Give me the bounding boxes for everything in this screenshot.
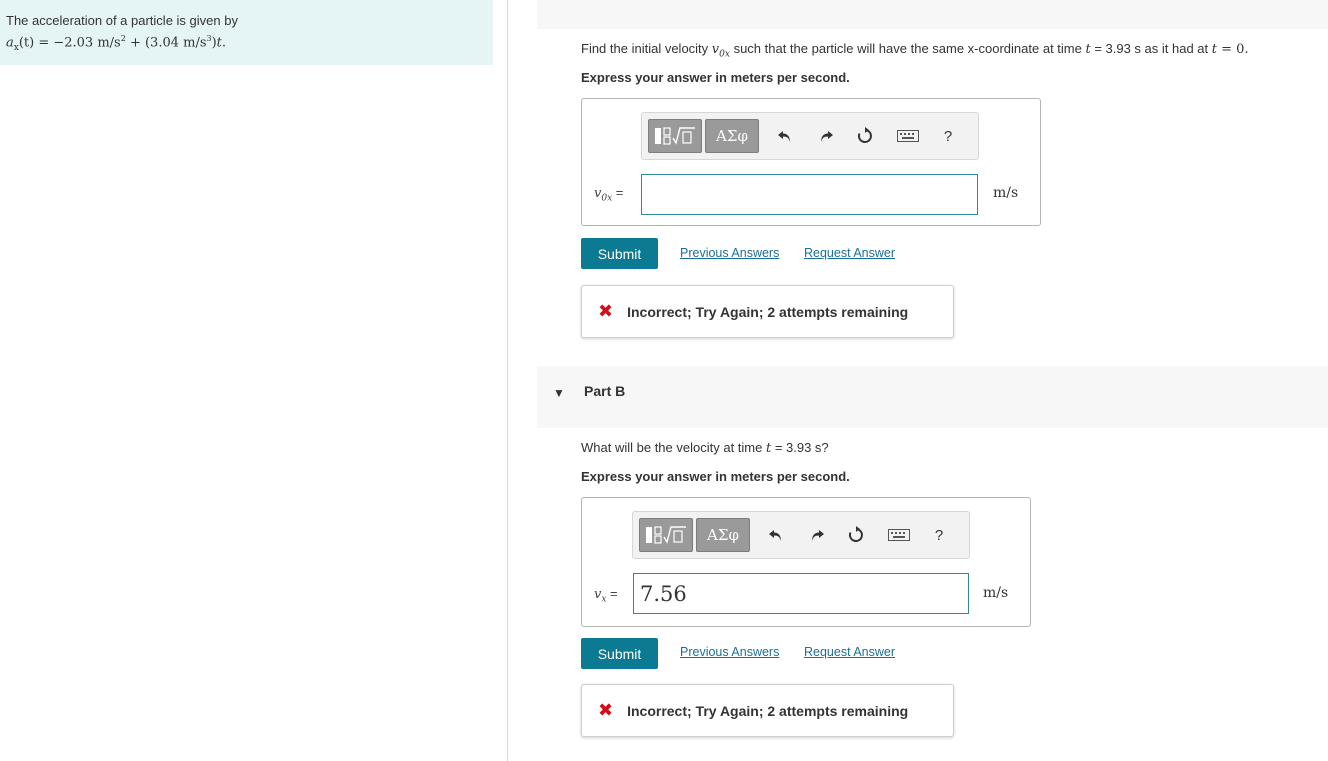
part-b-answer-input[interactable] (633, 573, 969, 614)
part-a-math-toolbar: ΑΣφ ? (641, 112, 979, 160)
keyboard-button[interactable] (894, 123, 922, 149)
keyboard-icon (888, 529, 910, 541)
template-button[interactable] (648, 119, 702, 153)
problem-statement: The acceleration of a particle is given … (0, 0, 493, 65)
keyboard-button[interactable] (885, 522, 913, 548)
part-a-question: Find the initial velocity v0x such that … (581, 41, 1249, 60)
x-icon: ✖ (598, 301, 614, 321)
part-b-unit: m/s (983, 585, 1009, 601)
part-b-instruction: Express your answer in meters per second… (581, 469, 850, 484)
redo-icon (821, 131, 833, 142)
reset-button[interactable] (853, 123, 877, 149)
problem-text: The acceleration of a particle is given … (6, 13, 238, 28)
part-a-feedback: ✖ Incorrect; Try Again; 2 attempts remai… (581, 285, 954, 338)
undo-button[interactable] (773, 123, 797, 149)
part-a-previous-answers-link[interactable]: Previous Answers (680, 246, 779, 260)
part-b-submit-button[interactable]: Submit (581, 638, 658, 669)
part-b-header[interactable]: ▼ Part B (537, 366, 1328, 428)
help-button[interactable]: ? (936, 123, 960, 149)
reset-button[interactable] (844, 522, 868, 548)
undo-button[interactable] (764, 522, 788, 548)
caret-down-icon: ▼ (553, 386, 565, 400)
part-b-input-label: vx = (594, 586, 618, 605)
x-icon: ✖ (598, 700, 614, 720)
part-a-submit-button[interactable]: Submit (581, 238, 658, 269)
help-icon: ? (934, 526, 944, 544)
part-b-request-answer-link[interactable]: Request Answer (804, 645, 895, 659)
part-a-answer-box: ΑΣφ ? v0x = m/s (581, 98, 1041, 226)
part-a-answer-input[interactable] (641, 174, 978, 215)
part-b-math-toolbar: ΑΣφ ? (632, 511, 970, 559)
part-a-feedback-text: Incorrect; Try Again; 2 attempts remaini… (627, 303, 909, 320)
help-icon: ? (943, 127, 953, 145)
acceleration-equation: ax(t) = −2.03 m/s2 + (3.04 m/s3)t. (6, 34, 227, 53)
part-b-title: Part B (584, 383, 626, 399)
keyboard-icon (897, 130, 919, 142)
greek-symbols-button[interactable]: ΑΣφ (705, 119, 759, 153)
part-b-previous-answers-link[interactable]: Previous Answers (680, 645, 779, 659)
part-b-feedback: ✖ Incorrect; Try Again; 2 attempts remai… (581, 684, 954, 737)
template-icon (655, 127, 695, 145)
reset-icon (857, 127, 872, 143)
redo-icon (812, 530, 824, 541)
part-a-header (537, 0, 1328, 29)
part-b-feedback-text: Incorrect; Try Again; 2 attempts remaini… (627, 702, 909, 719)
redo-button[interactable] (805, 522, 829, 548)
reset-icon (848, 526, 863, 542)
part-b-answer-box: ΑΣφ ? vx = m/s (581, 497, 1031, 627)
help-button[interactable]: ? (927, 522, 951, 548)
redo-button[interactable] (814, 123, 838, 149)
part-a-input-label: v0x = (594, 185, 624, 204)
panel-divider (507, 0, 508, 761)
template-icon (646, 526, 686, 544)
part-a-instruction: Express your answer in meters per second… (581, 70, 850, 85)
greek-symbols-button[interactable]: ΑΣφ (696, 518, 750, 552)
part-a-request-answer-link[interactable]: Request Answer (804, 246, 895, 260)
undo-icon (778, 131, 790, 142)
part-b-question: What will be the velocity at time t = 3.… (581, 440, 829, 456)
part-a-unit: m/s (993, 185, 1019, 201)
undo-icon (769, 530, 781, 541)
template-button[interactable] (639, 518, 693, 552)
